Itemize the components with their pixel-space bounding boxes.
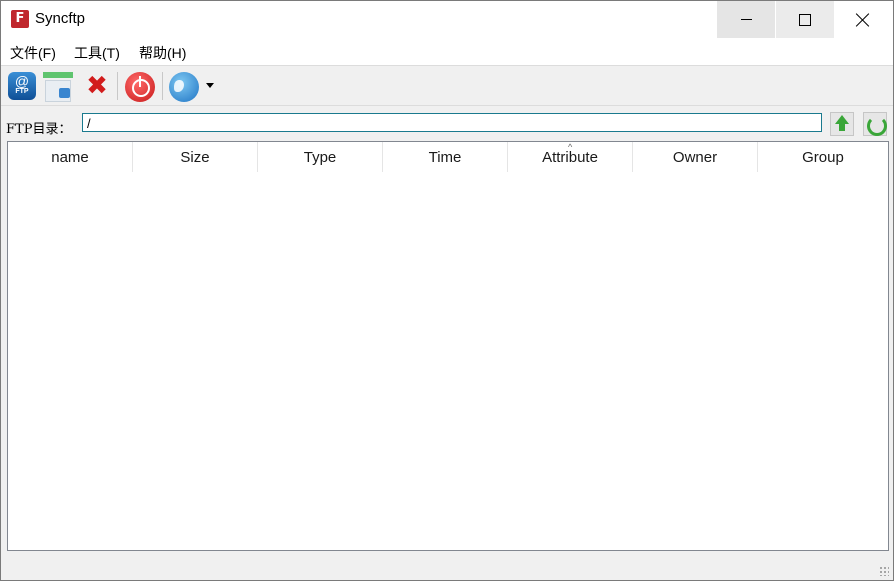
file-list[interactable]: name Size Type Time Attribute Owner Grou… <box>7 141 889 551</box>
resize-grip-icon[interactable] <box>879 566 889 576</box>
menu-help[interactable]: 帮助(H) <box>139 43 186 63</box>
menu-file[interactable]: 文件(F) <box>10 43 56 63</box>
column-header-size[interactable]: Size <box>133 142 258 172</box>
maximize-icon <box>799 13 811 26</box>
app-window: F Syncftp 文件(F) 工具(T) 帮助(H) @ FTP ✖ FTP目… <box>0 0 894 581</box>
menu-tools[interactable]: 工具(T) <box>74 43 120 63</box>
ftp-icon-label: FTP <box>15 88 29 95</box>
go-up-button[interactable] <box>830 112 854 136</box>
column-header-group[interactable]: Group <box>758 142 888 172</box>
toolbar-separator <box>162 72 163 100</box>
ftp-path-label: FTP目录： <box>6 122 72 137</box>
globe-icon[interactable] <box>169 72 199 102</box>
ftp-path-input[interactable]: / <box>82 113 822 132</box>
delete-icon[interactable]: ✖ <box>83 71 111 101</box>
toolbar-separator <box>117 72 118 100</box>
column-header-name[interactable]: name <box>8 142 133 172</box>
connection-manager-icon[interactable] <box>43 72 73 102</box>
power-icon[interactable] <box>125 72 155 102</box>
path-bar: FTP目录： / <box>1 105 893 142</box>
menu-bar: 文件(F) 工具(T) 帮助(H) <box>1 39 893 65</box>
window-title: Syncftp <box>35 10 86 27</box>
column-header-type[interactable]: Type <box>258 142 383 172</box>
close-button[interactable] <box>834 1 892 38</box>
title-bar: F Syncftp <box>1 1 893 39</box>
minimize-icon <box>740 19 752 20</box>
column-header-time[interactable]: Time <box>383 142 508 172</box>
status-bar <box>1 553 893 580</box>
sort-indicator-icon: ^ <box>568 142 573 152</box>
minimize-button[interactable] <box>717 1 775 38</box>
chevron-down-icon[interactable] <box>206 83 214 88</box>
refresh-icon <box>867 116 887 136</box>
ftp-connect-icon[interactable]: @ FTP <box>8 72 36 100</box>
maximize-button[interactable] <box>776 1 834 38</box>
toolbar: @ FTP ✖ <box>1 65 893 106</box>
ftp-icon-symbol: @ <box>14 73 30 89</box>
refresh-button[interactable] <box>863 112 887 136</box>
column-header-owner[interactable]: Owner <box>633 142 758 172</box>
close-icon <box>856 13 870 27</box>
app-logo-icon: F <box>11 10 29 28</box>
